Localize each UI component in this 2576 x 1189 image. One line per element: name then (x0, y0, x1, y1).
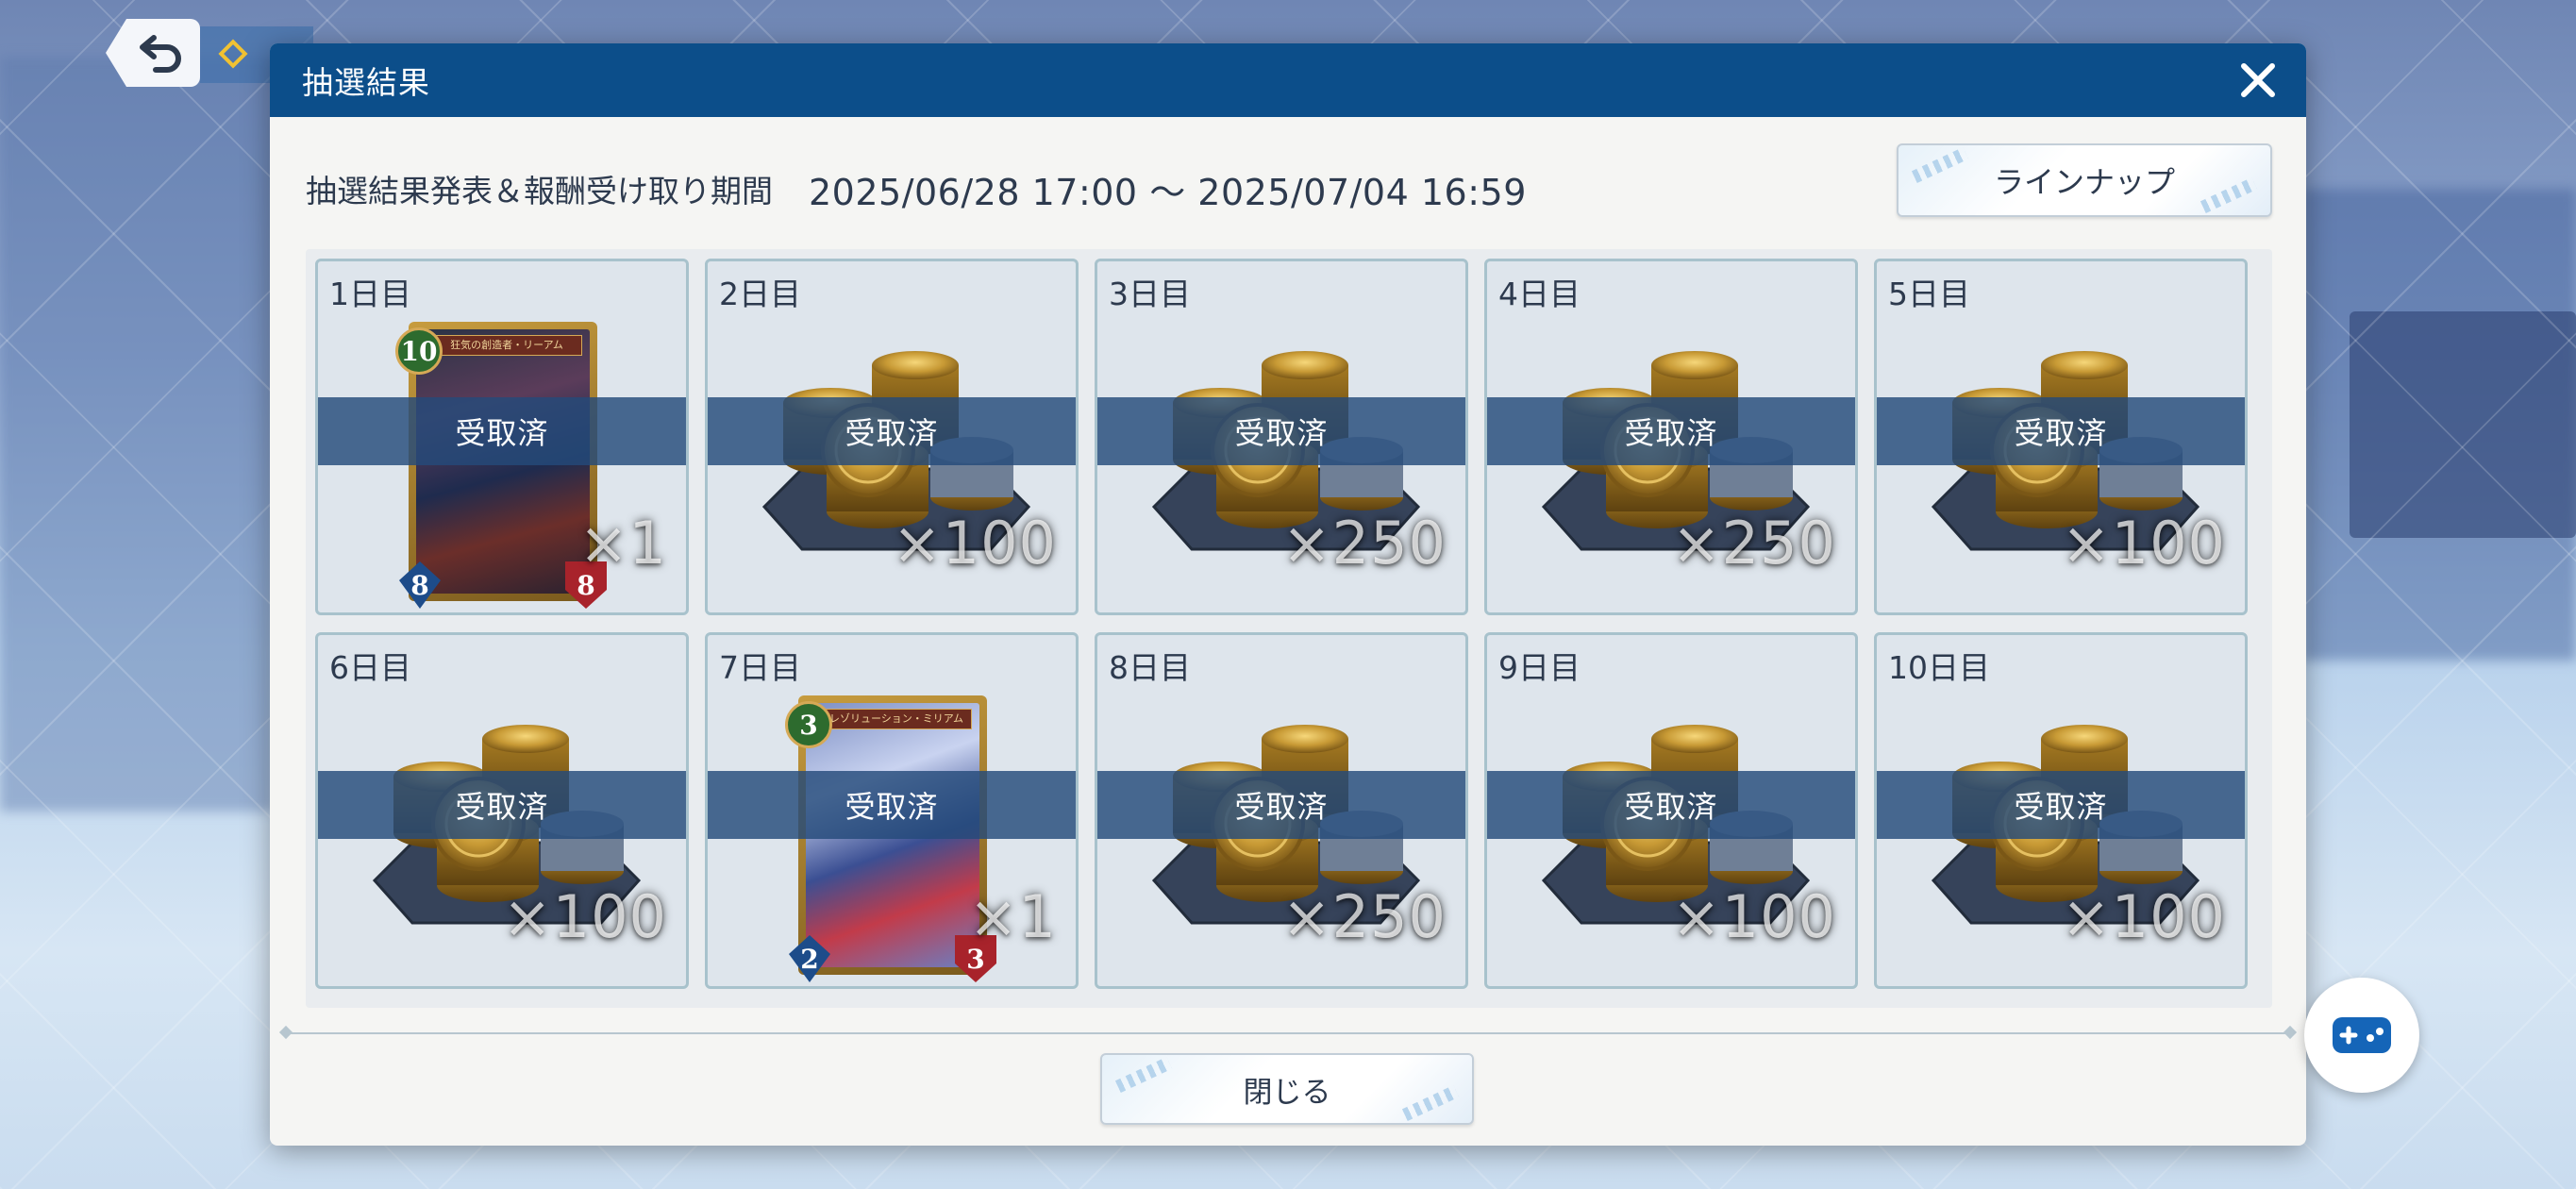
reward-cell-day-1: 1日目 狂気の創造者・リーアム 10 8 8 ×1 受取済 (315, 259, 689, 615)
day-label: 3日目 (1109, 276, 1191, 312)
card-name: レゾリューション・ミリアム (821, 709, 972, 729)
reward-quantity: ×250 (1671, 509, 1836, 578)
gamepad-button[interactable] (2304, 978, 2419, 1093)
reward-cell-day-8: 8日目 ×250 受取済 (1095, 632, 1468, 989)
claimed-banner: 受取済 (1487, 771, 1855, 839)
dialog-header: 抽選結果 (270, 43, 2306, 117)
reward-period: 抽選結果発表＆報酬受け取り期間 2025/06/28 17:00 ～ 2025/… (306, 160, 1527, 217)
reward-quantity: ×100 (2061, 882, 2226, 951)
reward-cell-day-2: 2日目 ×100 受取済 (705, 259, 1079, 615)
button-decoration (1114, 1056, 1173, 1094)
day-label: 6日目 (329, 649, 411, 686)
reward-grid: 1日目 狂気の創造者・リーアム 10 8 8 ×1 受取済 2日目 ×100 受… (306, 249, 2272, 1008)
day-label: 8日目 (1109, 649, 1191, 686)
reward-cell-day-6: 6日目 ×100 受取済 (315, 632, 689, 989)
button-decoration (2200, 176, 2258, 214)
reward-quantity: ×100 (1671, 882, 1836, 951)
reward-cell-day-7: 7日目 レゾリューション・ミリアム 3 2 3 ×1 受取済 (705, 632, 1079, 989)
footer-divider (285, 1032, 2291, 1034)
close-icon[interactable] (2236, 59, 2280, 102)
dialog-title: 抽選結果 (302, 64, 430, 101)
reward-cell-day-3: 3日目 ×250 受取済 (1095, 259, 1468, 615)
day-label: 7日目 (719, 649, 801, 686)
period-label: 抽選結果発表＆報酬受け取り期間 (306, 173, 773, 209)
reward-cell-day-5: 5日目 ×100 受取済 (1874, 259, 2248, 615)
close-button-label: 閉じる (1243, 1075, 1331, 1110)
day-label: 5日目 (1888, 276, 1970, 312)
lineup-button-label: ラインナップ (1993, 164, 2175, 200)
claimed-banner: 受取済 (318, 771, 686, 839)
button-decoration (1911, 146, 1969, 184)
diamond-icon (218, 39, 248, 69)
reward-quantity: ×1 (968, 882, 1057, 951)
close-button[interactable]: 閉じる (1100, 1053, 1474, 1125)
reward-quantity: ×100 (892, 509, 1057, 578)
lineup-button[interactable]: ラインナップ (1897, 143, 2272, 217)
day-label: 10日目 (1888, 649, 1990, 686)
back-arrow-icon (140, 35, 181, 73)
day-label: 4日目 (1498, 276, 1581, 312)
card-cost: 10 (395, 327, 443, 375)
claimed-banner: 受取済 (708, 771, 1076, 839)
reward-quantity: ×250 (1281, 509, 1447, 578)
day-label: 9日目 (1498, 649, 1581, 686)
claimed-banner: 受取済 (1097, 771, 1465, 839)
reward-quantity: ×250 (1281, 882, 1447, 951)
reward-quantity: ×1 (578, 509, 667, 578)
claimed-banner: 受取済 (1487, 397, 1855, 465)
day-label: 2日目 (719, 276, 801, 312)
claimed-banner: 受取済 (708, 397, 1076, 465)
button-decoration (1401, 1084, 1460, 1122)
claimed-banner: 受取済 (318, 397, 686, 465)
claimed-banner: 受取済 (1877, 397, 2245, 465)
period-value: 2025/06/28 17:00 ～ 2025/07/04 16:59 (809, 171, 1527, 213)
reward-quantity: ×100 (502, 882, 667, 951)
reward-quantity: ×100 (2061, 509, 2226, 578)
card-name: 狂気の創造者・リーアム (431, 335, 582, 356)
card-cost: 3 (785, 701, 832, 748)
day-label: 1日目 (329, 276, 411, 312)
lottery-result-dialog: 抽選結果 抽選結果発表＆報酬受け取り期間 2025/06/28 17:00 ～ … (270, 43, 2306, 1146)
reward-cell-day-10: 10日目 ×100 受取済 (1874, 632, 2248, 989)
reward-cell-day-9: 9日目 ×100 受取済 (1484, 632, 1858, 989)
claimed-banner: 受取済 (1097, 397, 1465, 465)
reward-cell-day-4: 4日目 ×250 受取済 (1484, 259, 1858, 615)
gamepad-icon (2333, 1017, 2391, 1053)
claimed-banner: 受取済 (1877, 771, 2245, 839)
